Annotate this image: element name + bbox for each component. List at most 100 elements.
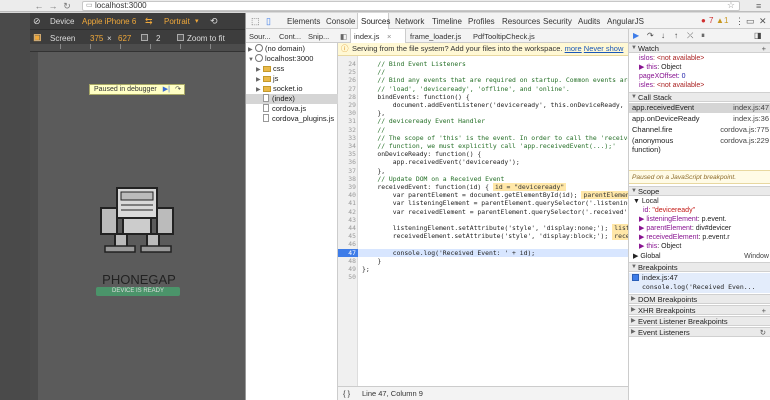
line-number[interactable]: 45 [338, 232, 356, 240]
tab-security[interactable]: Security [543, 17, 572, 26]
close-tab-icon[interactable]: × [387, 32, 391, 41]
refresh-listeners-icon[interactable]: ↻ [760, 328, 766, 337]
bookmark-star-icon[interactable]: ☆ [727, 1, 735, 10]
line-number[interactable]: 24 [338, 60, 356, 68]
dom-breakpoints-header[interactable]: ▶ DOM Breakpoints [629, 294, 770, 304]
scope-local-header[interactable]: ▼ Local [629, 197, 770, 206]
zoom-to-fit-label[interactable]: Zoom to fit [187, 34, 225, 43]
add-watch-icon[interactable]: + [762, 44, 766, 53]
call-stack-frame-cont[interactable]: function) [629, 145, 770, 155]
collapse-triangle-icon[interactable]: ▼ [631, 93, 638, 102]
breakpoint-item[interactable]: index.js:47 console.log('Received Even..… [629, 273, 770, 293]
line-number[interactable]: 37 [338, 167, 356, 175]
tab-snippets[interactable]: Snip... [308, 32, 329, 41]
device-select[interactable]: Apple iPhone 6 [82, 17, 136, 26]
breakpoints-section-header[interactable]: ▼ Breakpoints [629, 262, 770, 272]
scope-section-header[interactable]: ▼ Scope [629, 186, 770, 196]
line-number[interactable]: 27 [338, 85, 356, 93]
step-over-icon[interactable]: ↷ [647, 31, 654, 40]
line-number[interactable]: 35 [338, 150, 356, 158]
breakpoint-checkbox[interactable] [632, 274, 639, 281]
tree-item-js[interactable]: ▶ js [246, 74, 338, 84]
line-number[interactable]: 38 [338, 175, 356, 183]
tab-angularjs[interactable]: AngularJS [607, 17, 644, 26]
editor-tab-frame-loader[interactable]: frame_loader.js [410, 32, 461, 41]
xhr-breakpoints-header[interactable]: ▶ XHR Breakpoints + [629, 305, 770, 315]
expand-triangle-icon[interactable]: ▶ [631, 317, 638, 326]
tab-sources-nav[interactable]: Sour... [249, 32, 271, 41]
scope-variable[interactable]: ▶ listeningElement: p.event. [629, 215, 770, 224]
add-xhr-breakpoint-icon[interactable]: + [762, 306, 766, 315]
forward-arrow-icon[interactable]: → [48, 1, 58, 11]
watch-row[interactable]: pageXOffset: 0 [629, 72, 770, 81]
pretty-print-icon[interactable]: { } [343, 387, 350, 400]
scope-variable[interactable]: id: "deviceready" [629, 206, 770, 215]
dpr-checkbox[interactable] [141, 34, 148, 41]
more-icon[interactable]: ⋮ [735, 16, 744, 27]
tab-timeline[interactable]: Timeline [432, 17, 462, 26]
pause-on-exceptions-icon[interactable]: ⏸ [701, 31, 705, 41]
orientation-chevron-icon[interactable]: ▾ [195, 17, 199, 25]
line-number[interactable]: 41 [338, 199, 356, 207]
expand-triangle-icon[interactable]: ▶ [631, 306, 638, 315]
line-number[interactable]: 26 [338, 76, 356, 84]
line-number[interactable]: 44 [338, 224, 356, 232]
expand-triangle-icon[interactable]: ▶ [633, 253, 638, 260]
line-number[interactable]: 39 [338, 183, 356, 191]
tab-sources[interactable]: Sources [361, 17, 390, 26]
collapse-triangle-icon[interactable]: ▼ [631, 187, 638, 196]
frame-location[interactable]: index.js:36 [733, 114, 769, 124]
tab-console[interactable]: Console [326, 17, 355, 26]
tree-item-localhost[interactable]: ▼ localhost:3000 [246, 54, 338, 64]
line-number[interactable]: 32 [338, 126, 356, 134]
step-into-icon[interactable]: ↓ [661, 31, 665, 40]
tree-item-no-domain[interactable]: ▶ (no domain) [246, 44, 338, 54]
editor-tab-index-js[interactable]: index.js [354, 32, 379, 41]
infobar-never-show-link[interactable]: Never show [584, 44, 624, 53]
dpr-field[interactable]: 2 [156, 34, 160, 43]
tab-profiles[interactable]: Profiles [468, 17, 495, 26]
height-field[interactable]: 627 [118, 34, 131, 43]
scope-global-row[interactable]: ▶ Global Window [629, 252, 770, 261]
warning-count[interactable]: 1 [724, 16, 728, 25]
line-number[interactable]: 46 [338, 240, 356, 248]
zoom-checkbox[interactable] [177, 34, 184, 41]
line-number[interactable]: 48 [338, 257, 356, 265]
line-number[interactable]: 36 [338, 158, 356, 166]
expand-triangle-icon[interactable]: ▶ [631, 328, 638, 337]
tab-content-scripts[interactable]: Cont... [279, 32, 301, 41]
event-listener-breakpoints-header[interactable]: ▶ Event Listener Breakpoints [629, 316, 770, 326]
line-number[interactable]: 42 [338, 208, 356, 216]
breakpoint-marker[interactable]: 47 [338, 248, 358, 257]
tab-resources[interactable]: Resources [502, 17, 540, 26]
tree-item-cordova-plugins[interactable]: cordova_plugins.js [246, 114, 338, 124]
line-number-gutter[interactable]: 24 25 26 27 28 29 30 31 32 33 34 35 36 37 38 39 40 41 42 43… [338, 56, 358, 386]
call-stack-section-header[interactable]: ▼ Call Stack [629, 92, 770, 102]
expand-triangle-icon[interactable]: ▶ [631, 295, 638, 304]
watch-row[interactable]: ▶ this: Object [629, 63, 770, 72]
warning-icon[interactable]: ▲ [716, 16, 724, 25]
watch-row[interactable]: isles: <not available> [629, 81, 770, 90]
toggle-navigator-icon[interactable]: ◧ [340, 32, 347, 41]
rotate-icon[interactable]: ⟲ [210, 16, 218, 27]
watch-section-header[interactable]: ▼ Watch + ↻ [629, 43, 770, 53]
dock-icon[interactable]: ▭ [746, 16, 755, 27]
reload-icon[interactable]: ↻ [62, 1, 72, 12]
collapse-triangle-icon[interactable]: ▼ [631, 263, 638, 272]
step-out-icon[interactable]: ↑ [674, 31, 678, 40]
tab-audits[interactable]: Audits [578, 17, 600, 26]
line-number[interactable]: 25 [338, 68, 356, 76]
scope-variable[interactable]: ▶ receivedElement: p.event.r [629, 233, 770, 242]
step-over-icon[interactable]: ↷ [175, 85, 181, 94]
swap-dimensions-icon[interactable]: ⇆ [145, 16, 153, 27]
code-area[interactable]: 24 25 26 27 28 29 30 31 32 33 34 35 36 37 38 39 40 41 42 43… [338, 56, 628, 386]
tree-item-index[interactable]: (index) [246, 94, 338, 104]
device-mode-icon[interactable]: ⊘ [33, 16, 41, 27]
event-listeners-header[interactable]: ▶ Event Listeners ↻ [629, 327, 770, 337]
line-number[interactable]: 50 [338, 273, 356, 281]
scope-variable[interactable]: ▶ parentElement: div#devicer [629, 224, 770, 233]
back-arrow-icon[interactable]: ← [34, 1, 44, 11]
address-bar[interactable]: ▭ localhost:3000 ☆ [82, 1, 740, 11]
inspect-element-icon[interactable]: ⬚ [251, 16, 260, 27]
resume-icon[interactable]: ▶ [633, 31, 639, 40]
